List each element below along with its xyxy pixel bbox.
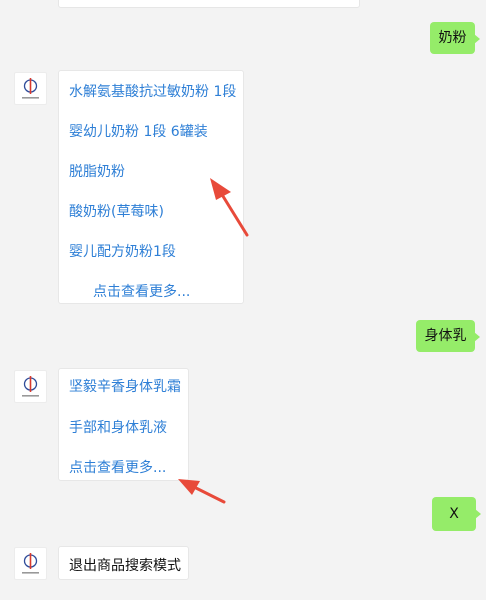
red-arrow-icon: [178, 479, 226, 504]
annotation-overlay: [178, 178, 249, 504]
red-arrow-icon: [210, 178, 249, 237]
